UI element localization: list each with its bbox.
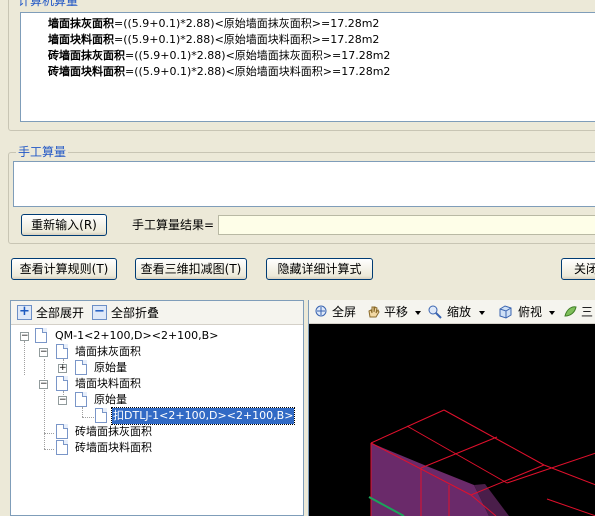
expand-toggle[interactable]: + — [58, 364, 67, 373]
document-icon — [56, 424, 68, 439]
tree-toolbar: + 全部展开 − 全部折叠 — [11, 301, 303, 325]
document-icon — [56, 440, 68, 455]
tree-node-brick-plaster[interactable]: 砖墙面抹灰面积 — [75, 424, 152, 440]
view-rules-button[interactable]: 查看计算规则(T) — [11, 258, 117, 280]
manual-result-field[interactable] — [218, 215, 595, 235]
3d-button[interactable]: 三 — [581, 303, 593, 321]
tree-node-deduction-selected[interactable]: 扣DTLJ-1<2+100,D><2+100,B> — [110, 407, 296, 425]
view-toolbar: 全屏 平移 缩放 俯视 三 — [309, 300, 595, 324]
tree-node-root[interactable]: QM-1<2+100,D><2+100,B> — [55, 328, 218, 344]
calc-line: 墙面块料面积=((5.9+0.1)*2.88)<原始墙面块料面积>=17.28m… — [48, 33, 380, 46]
hide-detail-button[interactable]: 隐藏详细计算式 — [266, 258, 373, 280]
3d-icon — [564, 306, 577, 317]
panel-splitter[interactable] — [0, 284, 595, 298]
calc-formula-box[interactable]: 墙面抹灰面积=((5.9+0.1)*2.88)<原始墙面抹灰面积>=17.28m… — [20, 12, 595, 122]
top-view-button[interactable]: 俯视 — [518, 303, 542, 321]
document-icon — [75, 360, 87, 375]
document-icon — [95, 408, 107, 423]
3d-view-panel[interactable]: 全屏 平移 缩放 俯视 三 — [308, 300, 595, 516]
chevron-down-icon[interactable] — [415, 311, 421, 315]
collapse-all-icon: − — [92, 305, 107, 320]
tree-connector — [44, 449, 54, 450]
tree-node-wall-tile[interactable]: 墙面块料面积 — [75, 376, 141, 392]
zoom-button[interactable]: 缩放 — [447, 303, 471, 321]
collapse-toggle[interactable]: − — [20, 332, 29, 341]
zoom-icon — [428, 305, 442, 319]
tree-node-original-qty[interactable]: 原始量 — [94, 360, 127, 376]
collapse-toggle[interactable]: − — [39, 380, 48, 389]
calc-line: 墙面抹灰面积=((5.9+0.1)*2.88)<原始墙面抹灰面积>=17.28m… — [48, 17, 380, 30]
calc-line: 砖墙面块料面积=((5.9+0.1)*2.88)<原始墙面块料面积>=17.28… — [48, 65, 391, 78]
fullscreen-button[interactable]: 全屏 — [332, 303, 356, 321]
tree-panel: + 全部展开 − 全部折叠 − QM-1<2+100,D><2+100,B> −… — [10, 300, 304, 516]
close-button[interactable]: 关闭 — [561, 258, 595, 280]
pan-button[interactable]: 平移 — [384, 303, 408, 321]
tree-connector — [44, 359, 45, 449]
3d-canvas[interactable] — [309, 325, 595, 516]
collapse-all-button[interactable]: 全部折叠 — [111, 304, 159, 322]
tree-node-brick-tile[interactable]: 砖墙面块料面积 — [75, 440, 152, 456]
manual-result-label: 手工算量结果= — [132, 218, 215, 232]
pan-hand-icon — [368, 306, 380, 318]
view-3d-button[interactable]: 查看三维扣减图(T) — [135, 258, 247, 280]
manual-section-title: 手工算量 — [16, 145, 69, 159]
tree-connector — [82, 417, 94, 418]
chevron-down-icon[interactable] — [479, 311, 485, 315]
document-icon — [75, 392, 87, 407]
collapse-toggle[interactable]: − — [39, 348, 48, 357]
document-icon — [35, 328, 47, 343]
reinput-button[interactable]: 重新输入(R) — [21, 214, 107, 236]
tree-connector — [82, 407, 83, 417]
calc-section-title: 计算机算量 — [16, 0, 81, 8]
view-cube-icon — [499, 305, 512, 319]
document-icon — [56, 376, 68, 391]
expand-all-icon: + — [17, 305, 32, 320]
expand-all-button[interactable]: 全部展开 — [36, 304, 84, 322]
chevron-down-icon[interactable] — [549, 311, 555, 315]
tree-node-original-qty[interactable]: 原始量 — [94, 392, 127, 408]
manual-input-area[interactable] — [13, 161, 595, 207]
fullscreen-icon — [315, 305, 327, 317]
calc-line: 砖墙面抹灰面积=((5.9+0.1)*2.88)<原始墙面抹灰面积>=17.28… — [48, 49, 391, 62]
collapse-toggle[interactable]: − — [58, 396, 67, 405]
tree-connector — [24, 341, 25, 375]
tree-connector — [44, 433, 54, 434]
document-icon — [56, 344, 68, 359]
tree-node-wall-plaster[interactable]: 墙面抹灰面积 — [75, 344, 141, 360]
